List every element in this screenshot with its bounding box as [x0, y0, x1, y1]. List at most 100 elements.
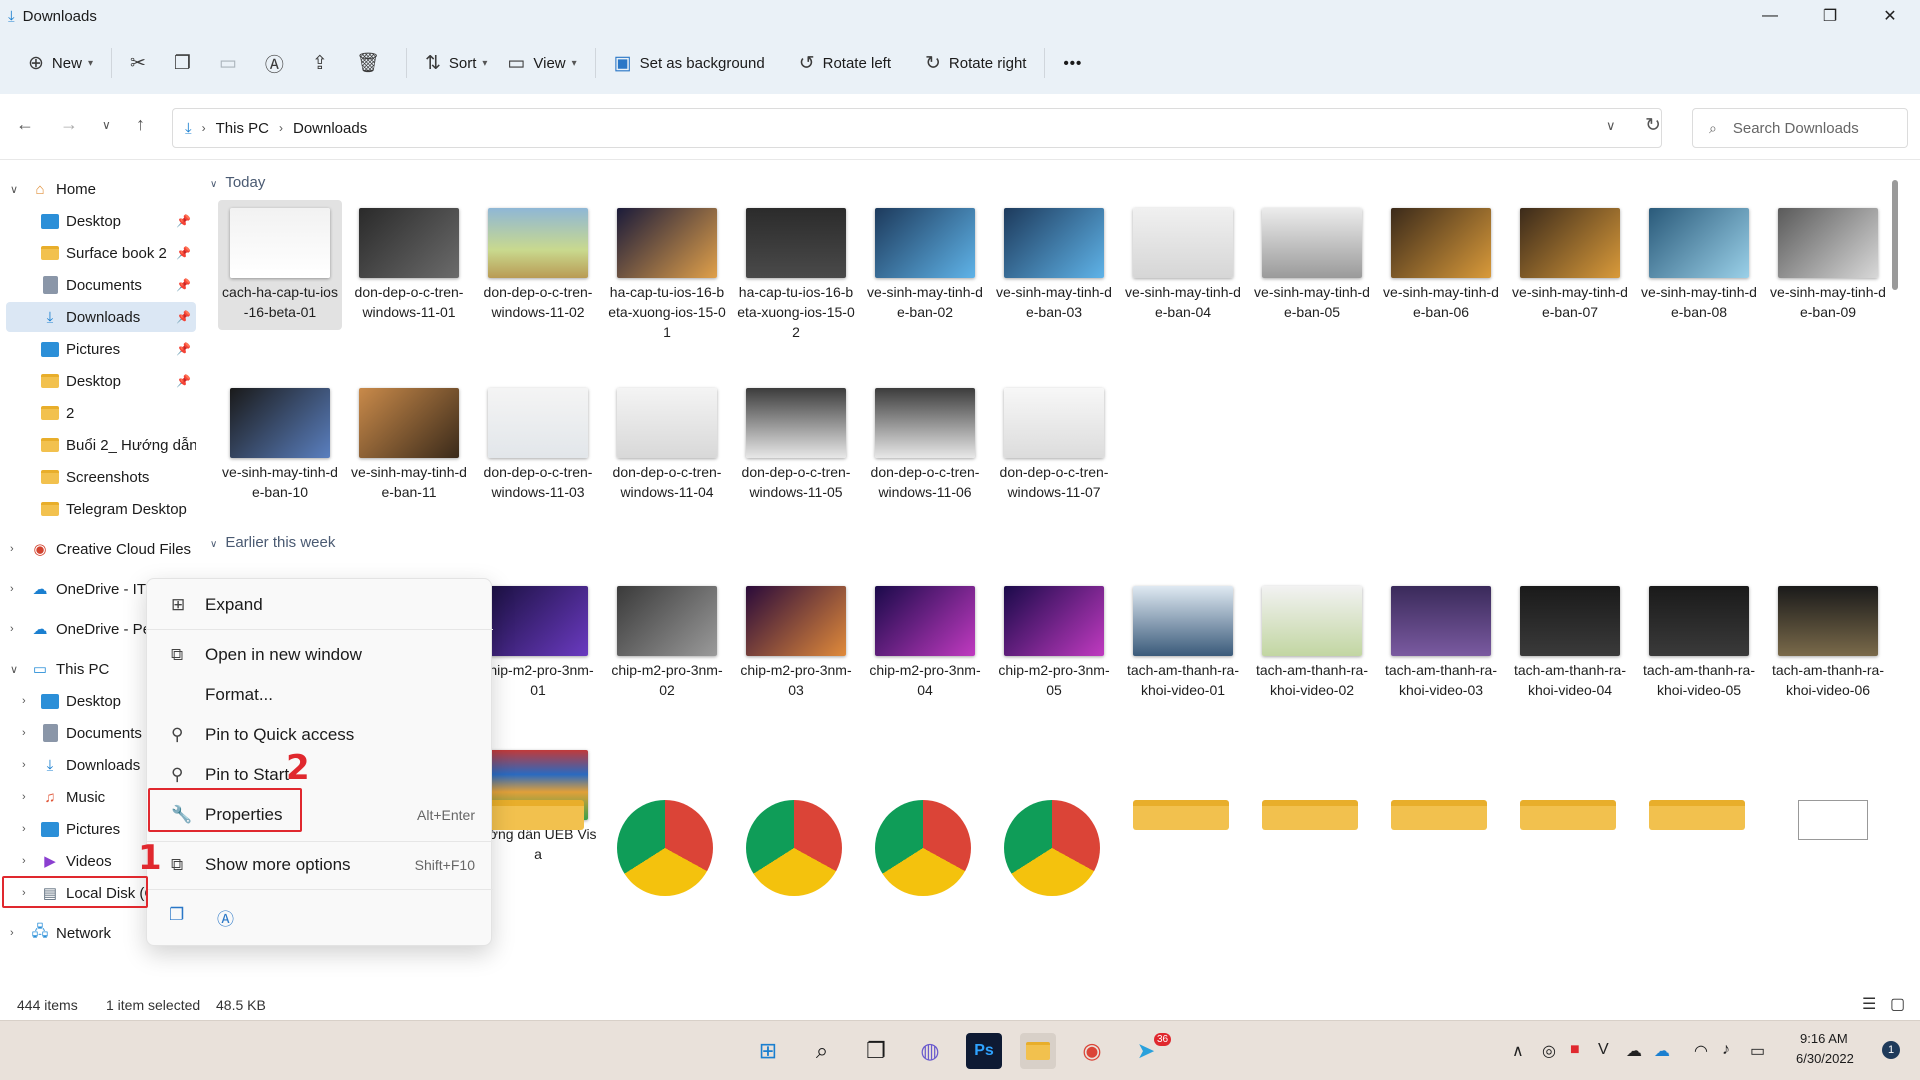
- photoshop-icon[interactable]: Ps: [966, 1033, 1002, 1069]
- chevron-right-icon[interactable]: ›: [22, 823, 26, 835]
- file-tile[interactable]: ve-sinh-may-tinh-de-ban-06: [1379, 200, 1503, 330]
- search-input[interactable]: ⌕ Search Downloads: [1692, 108, 1908, 148]
- pin-icon[interactable]: 📌: [176, 342, 191, 356]
- view-button[interactable]: ▭ View ▾: [497, 43, 586, 83]
- rename-button[interactable]: Ⓐ: [255, 43, 302, 83]
- file-tile[interactable]: ve-sinh-may-tinh-de-ban-08: [1637, 200, 1761, 330]
- minimize-button[interactable]: —: [1740, 0, 1800, 32]
- file-tile[interactable]: chip-m2-pro-3nm-05: [992, 578, 1116, 708]
- menu-item-expand[interactable]: ⊞ Expand: [153, 587, 487, 623]
- rotate-right-button[interactable]: ↻ Rotate right: [915, 43, 1036, 83]
- address-bar[interactable]: ⤓ › This PC › Downloads: [172, 108, 1662, 148]
- file-tile[interactable]: don-dep-o-c-tren-windows-11-03: [476, 380, 600, 510]
- back-arrow-icon[interactable]: ←: [16, 114, 34, 135]
- file-tile[interactable]: don-dep-o-c-tren-windows-11-06: [863, 380, 987, 510]
- chevron-right-icon[interactable]: ›: [10, 927, 14, 939]
- copy-button[interactable]: ❐: [164, 43, 209, 83]
- file-tile[interactable]: tach-am-thanh-ra-khoi-video-03: [1379, 578, 1503, 708]
- copy-icon[interactable]: ❐: [169, 905, 184, 925]
- chevron-right-icon[interactable]: ›: [22, 695, 26, 707]
- search-icon[interactable]: ⌕: [804, 1033, 840, 1069]
- chevron-right-icon[interactable]: ›: [10, 623, 14, 635]
- chrome-icon[interactable]: [875, 800, 971, 896]
- file-tile[interactable]: don-dep-o-c-tren-windows-11-01: [347, 200, 471, 330]
- wifi-icon[interactable]: ◠: [1694, 1041, 1708, 1061]
- up-arrow-icon[interactable]: ↑: [136, 114, 145, 135]
- task-view-icon[interactable]: ❐: [858, 1033, 894, 1069]
- cut-button[interactable]: ✂: [120, 43, 164, 83]
- file-explorer-icon[interactable]: [1020, 1033, 1056, 1069]
- address-history-chevron-icon[interactable]: ∨: [1606, 118, 1616, 134]
- start-icon[interactable]: ⊞: [750, 1033, 786, 1069]
- file-tile[interactable]: ve-sinh-may-tinh-de-ban-02: [863, 200, 987, 330]
- rotate-left-button[interactable]: ↺ Rotate left: [789, 43, 901, 83]
- sort-button[interactable]: ⇅ Sort ▾: [415, 43, 497, 83]
- chevron-down-icon[interactable]: ∨: [10, 183, 18, 196]
- pin-icon[interactable]: 📌: [176, 278, 191, 292]
- menu-item-pin-quick-access[interactable]: ⚲ Pin to Quick access: [153, 717, 487, 753]
- menu-item-format[interactable]: Format...: [153, 677, 487, 713]
- file-tile[interactable]: tach-am-thanh-ra-khoi-video-02: [1250, 578, 1374, 708]
- sidebar-item-pictures[interactable]: Pictures 📌: [0, 334, 196, 364]
- chevron-right-icon[interactable]: ›: [22, 759, 26, 771]
- chat-icon[interactable]: ◍: [912, 1033, 948, 1069]
- file-tile[interactable]: cach-ha-cap-tu-ios-16-beta-01: [218, 200, 342, 330]
- file-tile[interactable]: ve-sinh-may-tinh-de-ban-07: [1508, 200, 1632, 330]
- sidebar-item-buoi-2[interactable]: Buổi 2_ Hướng dẫn: [0, 430, 196, 460]
- paste-button[interactable]: ▭: [209, 43, 255, 83]
- chrome-icon[interactable]: [746, 800, 842, 896]
- folder-icon[interactable]: [488, 800, 584, 830]
- chevron-right-icon[interactable]: ›: [22, 791, 26, 803]
- folder-icon[interactable]: [1649, 800, 1745, 830]
- folder-icon[interactable]: [1391, 800, 1487, 830]
- cloud-icon[interactable]: ☁: [1626, 1041, 1642, 1061]
- file-tile[interactable]: chip-m2-pro-3nm-02: [605, 578, 729, 708]
- breadcrumb-this-pc[interactable]: This PC: [216, 120, 269, 137]
- chevron-right-icon[interactable]: ›: [22, 727, 26, 739]
- clock-date[interactable]: 6/30/2022: [1796, 1051, 1854, 1066]
- sidebar-item-folder-2[interactable]: 2: [0, 398, 196, 428]
- file-tile[interactable]: chip-m2-pro-3nm-03: [734, 578, 858, 708]
- onedrive-icon[interactable]: ☁: [1654, 1041, 1670, 1061]
- sidebar-item-screenshots[interactable]: Screenshots: [0, 462, 196, 492]
- sidebar-item-desktop[interactable]: Desktop 📌: [0, 206, 196, 236]
- pin-icon[interactable]: 📌: [176, 214, 191, 228]
- chrome-icon[interactable]: ◉: [1074, 1033, 1110, 1069]
- document-icon[interactable]: [1798, 800, 1868, 840]
- recent-chevron-icon[interactable]: ∨: [102, 118, 111, 132]
- delete-button[interactable]: 🗑: [346, 43, 398, 83]
- pin-icon[interactable]: 📌: [176, 374, 191, 388]
- file-tile[interactable]: ve-sinh-may-tinh-de-ban-11: [347, 380, 471, 510]
- details-view-icon[interactable]: ☰: [1862, 994, 1876, 1014]
- chevron-right-icon[interactable]: ›: [22, 855, 26, 867]
- pin-icon[interactable]: 📌: [176, 310, 191, 324]
- menu-item-open-new-window[interactable]: ⧉ Open in new window: [153, 637, 487, 673]
- group-header-earlier[interactable]: ∨ Earlier this week: [210, 534, 335, 551]
- forward-arrow-icon[interactable]: →: [60, 114, 78, 135]
- file-tile[interactable]: chip-m2-pro-3nm-04: [863, 578, 987, 708]
- maximize-button[interactable]: ❐: [1800, 0, 1860, 32]
- file-tile[interactable]: don-dep-o-c-tren-windows-11-02: [476, 200, 600, 330]
- tiles-view-icon[interactable]: ▢: [1890, 994, 1905, 1014]
- rename-icon[interactable]: Ⓐ: [217, 905, 234, 930]
- file-tile[interactable]: tach-am-thanh-ra-khoi-video-06: [1766, 578, 1890, 708]
- more-options-button[interactable]: •••: [1053, 43, 1092, 83]
- notification-badge[interactable]: 1: [1882, 1041, 1900, 1059]
- file-tile[interactable]: ve-sinh-may-tinh-de-ban-04: [1121, 200, 1245, 330]
- tray-app-icon[interactable]: ■: [1570, 1041, 1580, 1059]
- file-tile[interactable]: don-dep-o-c-tren-windows-11-05: [734, 380, 858, 510]
- file-tile[interactable]: don-dep-o-c-tren-windows-11-07: [992, 380, 1116, 510]
- chevron-right-icon[interactable]: ›: [10, 543, 14, 555]
- battery-icon[interactable]: ▭: [1750, 1041, 1765, 1061]
- scrollbar-thumb[interactable]: [1892, 180, 1898, 290]
- group-header-today[interactable]: ∨ Today: [210, 174, 265, 191]
- sidebar-item-documents[interactable]: Documents 📌: [0, 270, 196, 300]
- file-tile[interactable]: ve-sinh-may-tinh-de-ban-10: [218, 380, 342, 510]
- breadcrumb-downloads[interactable]: Downloads: [293, 120, 367, 137]
- new-button[interactable]: ⊕ New ▾: [18, 43, 103, 83]
- sidebar-item-downloads[interactable]: ⤓ Downloads 📌: [6, 302, 196, 332]
- file-tile[interactable]: ve-sinh-may-tinh-de-ban-09: [1766, 200, 1890, 330]
- folder-icon[interactable]: [1133, 800, 1229, 830]
- tray-app-icon[interactable]: ◎: [1542, 1041, 1556, 1061]
- sidebar-item-surface-book[interactable]: Surface book 2 📌: [0, 238, 196, 268]
